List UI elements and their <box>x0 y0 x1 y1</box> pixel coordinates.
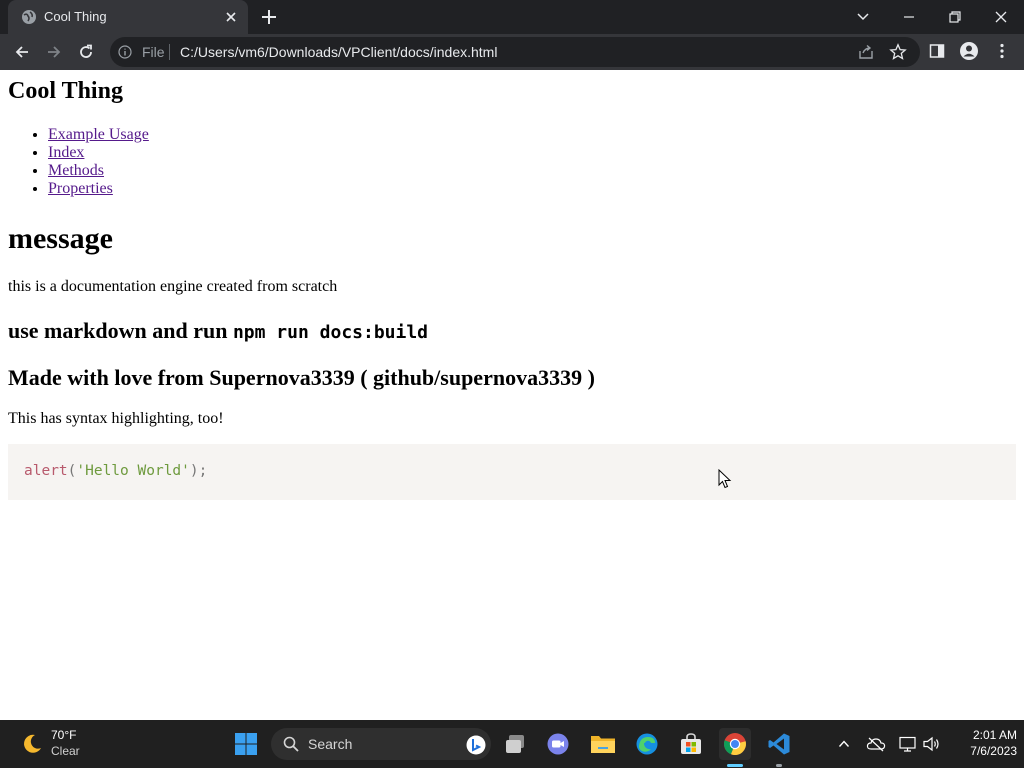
network-tray-icon[interactable] <box>898 734 918 754</box>
info-icon[interactable] <box>118 45 132 59</box>
url-text[interactable]: C:/Users/vm6/Downloads/VPClient/docs/ind… <box>180 44 497 60</box>
doc-nav: Example Usage Index Methods Properties <box>48 126 149 198</box>
arrow-left-icon <box>15 46 28 58</box>
edge-button[interactable] <box>631 728 663 760</box>
taskbar-search[interactable]: Search <box>271 728 491 760</box>
inline-code: npm run docs:build <box>232 322 429 343</box>
tab-search-button[interactable] <box>840 0 886 34</box>
browser-tab[interactable]: Cool Thing <box>8 0 248 34</box>
code-function: alert <box>24 463 68 479</box>
omnibox-divider <box>169 44 170 60</box>
weather-desc: Clear <box>51 744 80 758</box>
nav-item: Properties <box>48 180 149 198</box>
close-window-button[interactable] <box>978 0 1024 34</box>
markdown-heading-text: use markdown and run <box>8 318 233 343</box>
minimize-icon <box>904 16 914 18</box>
video-chat-icon <box>547 733 569 755</box>
teams-chat-button[interactable] <box>542 728 574 760</box>
taskbar: 70°F Clear Search 2:01 AM 7/6/2023 <box>0 720 1024 768</box>
back-button[interactable] <box>10 40 34 64</box>
nav-link-index[interactable]: Index <box>48 144 84 161</box>
volume-tray-icon[interactable] <box>922 734 942 754</box>
close-tab-icon[interactable] <box>224 10 238 24</box>
close-icon <box>995 11 1007 23</box>
mouse-cursor-icon <box>718 469 732 489</box>
folder-icon <box>591 736 615 753</box>
code-line: alert('Hello World'); <box>24 463 207 479</box>
clock-time: 2:01 AM <box>972 728 1017 742</box>
share-icon[interactable] <box>857 43 875 61</box>
site-title: Cool Thing <box>8 78 123 104</box>
tab-strip: Cool Thing <box>0 0 1024 34</box>
chrome-button[interactable] <box>719 728 751 760</box>
search-label: Search <box>308 736 353 752</box>
bing-icon[interactable] <box>466 735 486 755</box>
syntax-note: This has syntax highlighting, too! <box>8 410 224 427</box>
running-app-indicator <box>776 764 782 767</box>
windows-logo-icon <box>235 733 257 755</box>
nav-item: Example Usage <box>48 126 149 144</box>
nav-link-example-usage[interactable]: Example Usage <box>48 126 149 143</box>
vscode-icon <box>768 733 790 755</box>
restore-button[interactable] <box>932 0 978 34</box>
section-heading: message <box>8 222 113 255</box>
chrome-menu-button[interactable] <box>991 40 1013 62</box>
code-block: alert('Hello World'); <box>8 444 1016 500</box>
store-bag-icon <box>681 733 701 754</box>
onedrive-tray-icon[interactable] <box>866 734 886 754</box>
chevron-up-icon <box>838 740 850 747</box>
nav-link-properties[interactable]: Properties <box>48 180 113 197</box>
forward-button[interactable] <box>42 40 66 64</box>
show-hidden-icons-button[interactable] <box>834 734 854 754</box>
profile-icon <box>960 42 978 60</box>
clock-date: 7/6/2023 <box>970 744 1017 758</box>
reload-icon <box>80 44 92 58</box>
nav-item: Methods <box>48 162 149 180</box>
nav-link-methods[interactable]: Methods <box>48 162 104 179</box>
intro-text: this is a documentation engine created f… <box>8 278 338 295</box>
page-content: Cool Thing Example Usage Index Methods P… <box>0 70 1024 720</box>
nav-item: Index <box>48 144 149 162</box>
reload-button[interactable] <box>74 40 98 64</box>
store-button[interactable] <box>675 728 707 760</box>
chrome-icon <box>724 733 746 756</box>
edge-icon <box>636 733 658 755</box>
moon-icon <box>24 734 41 753</box>
browser-toolbar: File C:/Users/vm6/Downloads/VPClient/doc… <box>0 34 1024 70</box>
weather-temp: 70°F <box>51 728 77 742</box>
task-view-icon <box>506 735 524 753</box>
globe-icon <box>22 10 36 24</box>
search-icon <box>283 736 299 752</box>
start-button[interactable] <box>230 728 262 760</box>
arrow-right-icon <box>48 46 61 58</box>
file-explorer-button[interactable] <box>587 728 619 760</box>
cloud-offline-icon <box>866 737 886 752</box>
tab-title: Cool Thing <box>44 9 107 24</box>
bookmark-star-icon[interactable] <box>889 43 907 61</box>
side-panel-icon <box>929 44 945 58</box>
code-string: 'Hello World' <box>76 463 190 479</box>
active-app-indicator <box>727 764 743 767</box>
code-paren-close: ); <box>189 463 208 479</box>
credit-heading: Made with love from Supernova3339 ( gith… <box>8 365 595 390</box>
minimize-button[interactable] <box>886 0 932 34</box>
side-panel-button[interactable] <box>926 40 948 62</box>
speaker-icon <box>923 736 939 752</box>
restore-icon <box>949 11 961 23</box>
markdown-heading: use markdown and run npm run docs:build <box>8 318 428 344</box>
network-icon <box>899 736 916 752</box>
task-view-button[interactable] <box>499 728 531 760</box>
profile-button[interactable] <box>958 40 980 62</box>
vscode-button[interactable] <box>763 728 795 760</box>
address-bar[interactable]: File C:/Users/vm6/Downloads/VPClient/doc… <box>110 37 920 67</box>
new-tab-icon[interactable] <box>260 8 278 26</box>
more-vert-icon <box>1000 43 1004 59</box>
scheme-label: File <box>142 44 165 60</box>
chevron-down-icon <box>857 13 869 21</box>
